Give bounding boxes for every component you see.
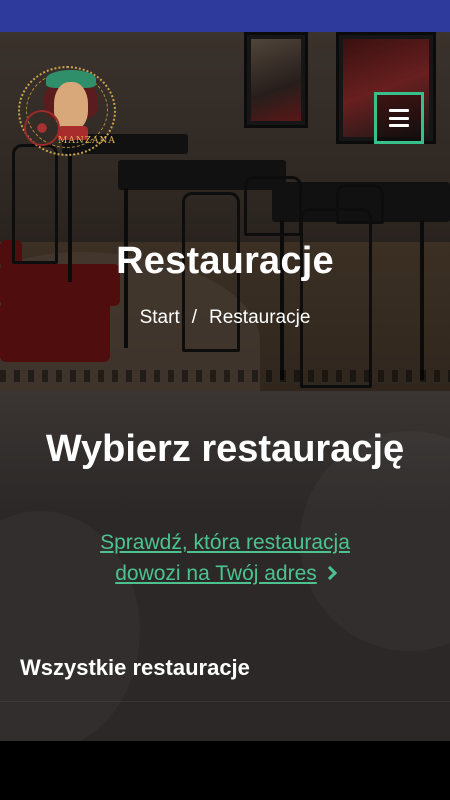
check-delivery-link[interactable]: Sprawdź, która restauracja dowozi na Twó… bbox=[0, 527, 450, 589]
choose-restaurant-heading: Wybierz restaurację bbox=[45, 428, 405, 470]
breadcrumb: Start / Restauracje bbox=[0, 307, 450, 329]
status-bar bbox=[0, 0, 450, 32]
chevron-right-icon[interactable] bbox=[322, 565, 337, 581]
breadcrumb-separator: / bbox=[191, 307, 197, 328]
bottom-area bbox=[0, 741, 450, 800]
check-delivery-link-line1[interactable]: Sprawdź, która restauracja bbox=[100, 531, 350, 554]
compass-icon bbox=[24, 110, 60, 146]
check-delivery-link-line2[interactable]: dowozi na Twój adres bbox=[115, 562, 317, 585]
all-restaurants-heading: Wszystkie restauracje bbox=[20, 655, 250, 680]
hamburger-menu-icon bbox=[389, 109, 409, 127]
breadcrumb-current: Restauracje bbox=[209, 307, 311, 328]
logo-brand-text: MANZANA bbox=[58, 136, 116, 146]
site-logo[interactable]: MANZANA bbox=[18, 66, 116, 156]
page-title: Restauracje bbox=[116, 240, 334, 282]
breadcrumb-start-link[interactable]: Start bbox=[140, 307, 180, 328]
menu-button[interactable] bbox=[374, 92, 424, 144]
